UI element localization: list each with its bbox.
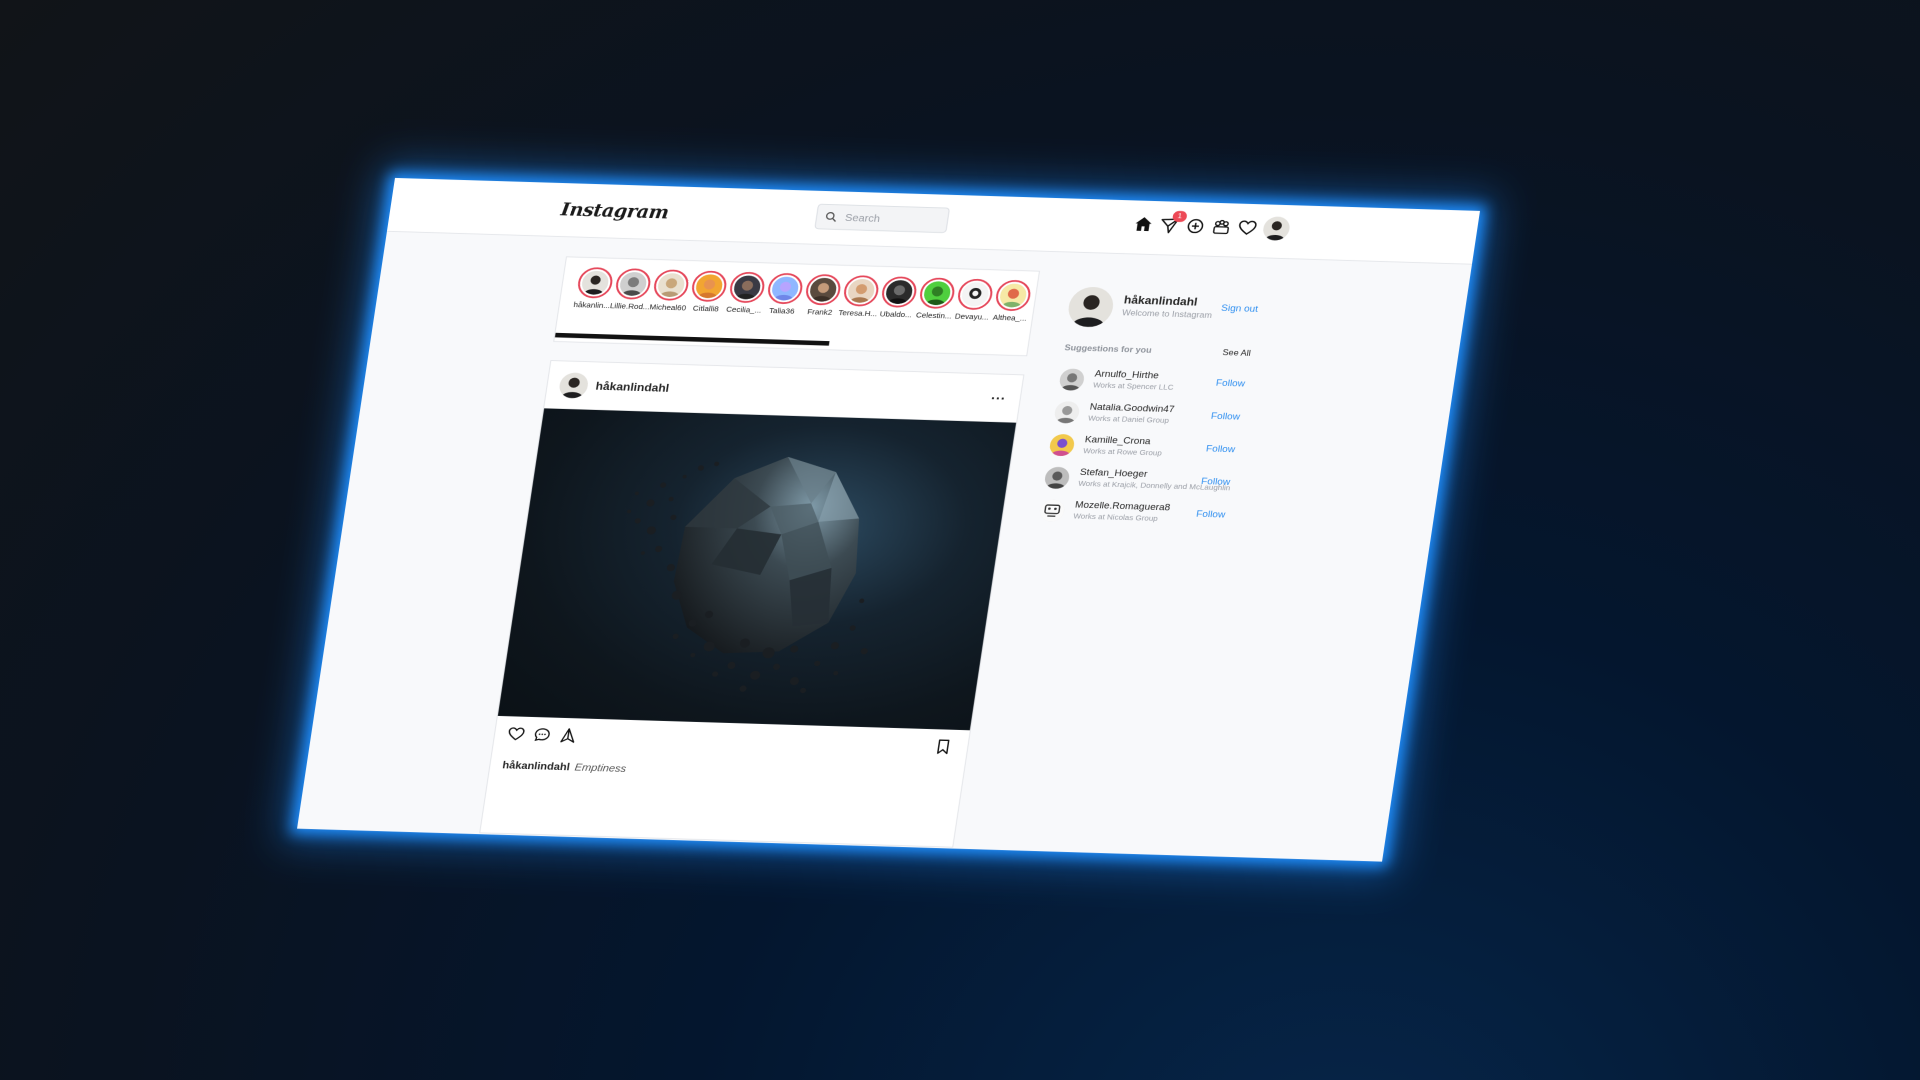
story-name: Ubaldo... [879,309,913,319]
story-name: Celestin... [915,310,953,321]
caption-username[interactable]: håkanlindahl [502,760,571,773]
current-user-avatar[interactable] [1065,286,1116,328]
story-name: Micheal60 [648,302,687,313]
suggestion-subtitle: Works at Spencer LLC [1092,381,1175,392]
post-image[interactable] [497,408,1017,731]
search-input[interactable] [841,209,945,230]
suggestion-subtitle: Works at Nicolas Group [1072,512,1159,523]
sign-out-link[interactable]: Sign out [1220,304,1258,315]
story-name: Lillie.Rod... [609,301,651,311]
suggestions-title: Suggestions for you [1063,342,1153,355]
suggestion-item: Natalia.Goodwin47 Works at Daniel Group … [1052,399,1253,436]
story-avatar [580,270,610,296]
nav-icons: 1 [1131,210,1292,241]
story-avatar [998,283,1028,308]
suggestion-avatar[interactable] [1053,401,1081,424]
suggestion-name[interactable]: Stefan_Hoeger [1079,468,1148,480]
follow-button[interactable]: Follow [1215,378,1245,389]
sidebar: håkanlindahl Welcome to Instagram Sign o… [1038,283,1272,523]
bookmark-icon[interactable] [933,738,952,759]
suggestion-name[interactable]: Arnulfo_Hirthe [1094,369,1159,381]
story-avatar [846,278,876,304]
like-heart-icon[interactable] [505,725,526,746]
current-user-card: håkanlindahl Welcome to Instagram Sign o… [1065,283,1273,340]
stories-bar[interactable]: håkanlin... Lillie.Rod... Micheal60 Citl… [553,256,1041,357]
story-name: Teresa.H... [837,308,878,318]
user-avatar-icon [1261,216,1292,241]
story-name: Talia36 [768,306,796,316]
story-avatar [656,272,686,298]
story-avatar [960,282,990,307]
direct-message-icon[interactable]: 1 [1158,210,1188,237]
suggestion-name[interactable]: Kamille_Crona [1084,435,1151,447]
suggestion-subtitle: Works at Daniel Group [1087,413,1170,425]
suggestion-subtitle: Works at Rowe Group [1082,446,1163,458]
story-avatar [770,276,800,301]
post-caption: håkanlindahl Emptiness [502,760,627,775]
more-options-button[interactable]: ... [991,387,1008,402]
story-name: Citlalli8 [692,304,720,314]
suggestion-avatar[interactable] [1038,499,1066,522]
planet-artwork [627,456,868,694]
story-avatar [694,274,724,299]
browser-window: Instagram Search 1 håkanlin... Lillie.Ro… [297,178,1480,862]
suggestion-item: Arnulfo_Hirthe Works at Spencer LLC Foll… [1057,366,1258,403]
story-item[interactable]: Althea_... [991,279,1033,323]
story-name: Cecilia_... [725,305,763,315]
post-username[interactable]: håkanlindahl [595,380,670,395]
follow-button[interactable]: Follow [1205,444,1235,455]
follow-button[interactable]: Follow [1200,477,1230,488]
search-icon [826,212,837,222]
post-card: håkanlindahl ... håkanlindahl Emptiness [479,360,1025,848]
suggestion-avatar[interactable] [1058,368,1086,391]
story-name: Frank2 [806,307,833,317]
current-user-name[interactable]: håkanlindahl [1123,293,1198,308]
suggestion-name[interactable]: Mozelle.Romaguera8 [1074,500,1171,513]
top-nav: Instagram Search 1 [386,178,1480,265]
story-avatar [618,271,648,297]
post-author-avatar[interactable] [557,372,590,399]
stories-scroll-progress[interactable] [554,332,830,346]
stage: Instagram Search 1 håkanlin... Lillie.Ro… [0,0,1920,1080]
story-name: Devayu... [954,312,990,322]
instagram-logo[interactable]: Instagram [560,200,671,223]
activity-heart-icon[interactable] [1236,218,1261,239]
welcome-text: Welcome to Instagram [1121,307,1213,320]
suggestion-avatar[interactable] [1048,433,1076,457]
see-all-link[interactable]: See All [1222,348,1251,358]
home-icon[interactable] [1132,215,1157,236]
search-box[interactable] [814,203,951,234]
suggestion-item: Mozelle.Romaguera8 Works at Nicolas Grou… [1037,498,1238,535]
suggestion-name[interactable]: Natalia.Goodwin47 [1089,402,1175,415]
new-post-icon[interactable] [1184,217,1209,238]
follow-button[interactable]: Follow [1195,510,1225,521]
suggestion-item: Kamille_Crona Works at Rowe Group Follow [1047,432,1248,469]
caption-text: Emptiness [573,762,627,775]
share-icon[interactable] [557,727,578,748]
comment-icon[interactable] [531,726,552,747]
story-avatar [732,275,762,300]
profile-avatar[interactable] [1261,216,1292,241]
story-avatar [884,279,914,305]
story-name: håkanlin... [572,300,611,310]
story-avatar [922,280,952,306]
post-actions [505,725,958,761]
suggestion-avatar[interactable] [1043,466,1071,490]
story-name: Althea_... [992,313,1028,323]
explore-icon[interactable] [1210,217,1235,238]
story-avatar [808,277,838,302]
follow-button[interactable]: Follow [1210,411,1240,422]
suggestion-item: Stefan_Hoeger Works at Krajcik, Donnelly… [1042,465,1243,502]
